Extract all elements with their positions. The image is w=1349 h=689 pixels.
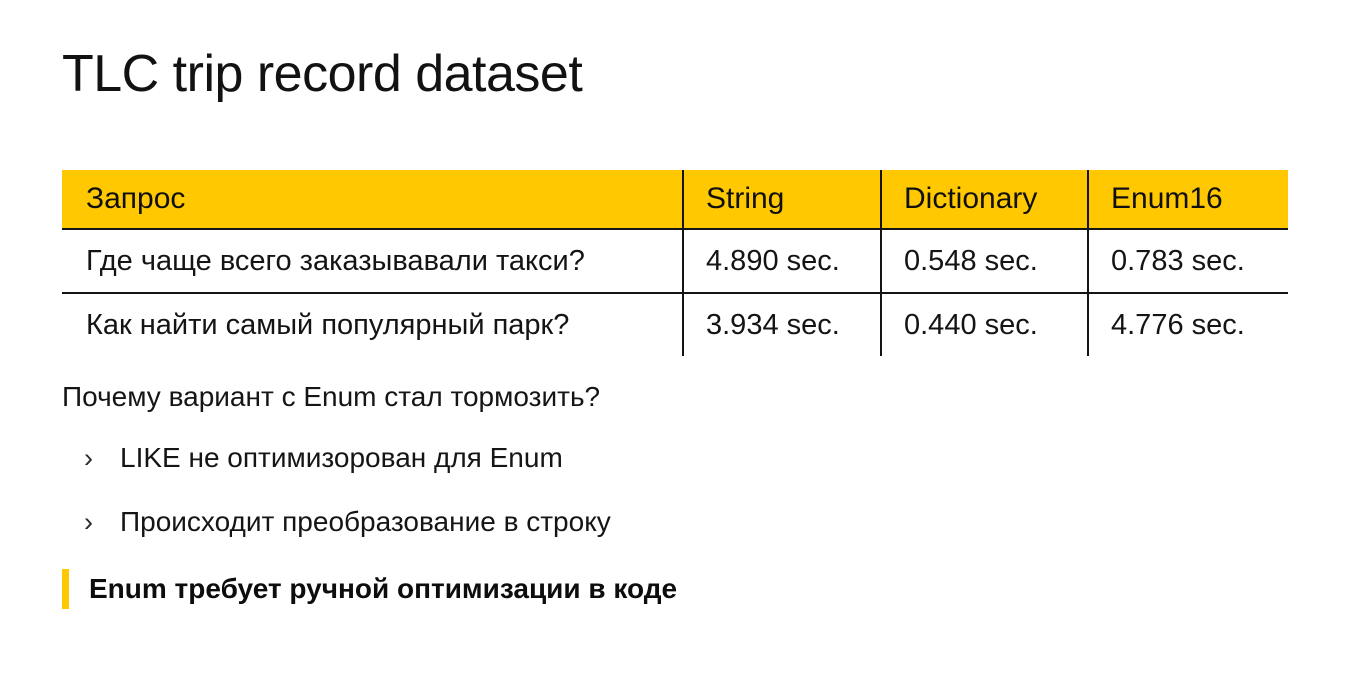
benchmark-table: Запрос String Dictionary Enum16 Где чаще…	[62, 170, 1288, 356]
cell-query: Как найти самый популярный парк?	[62, 292, 683, 356]
table-row: Как найти самый популярный парк? 3.934 s…	[62, 292, 1288, 356]
column-header-query: Запрос	[62, 170, 683, 229]
table-header: Запрос String Dictionary Enum16	[62, 170, 1288, 229]
list-item: › Происходит преобразование в строку	[62, 506, 1162, 570]
column-header-enum16: Enum16	[1087, 170, 1288, 229]
conclusion-text: Enum требует ручной оптимизации в коде	[89, 573, 678, 604]
list-item: › LIKE не оптимизорован для Enum	[62, 442, 1162, 506]
lead-question: Почему вариант с Enum стал тормозить?	[62, 381, 601, 412]
cell-enum16: 0.783 sec.	[1087, 228, 1288, 293]
column-header-dictionary: Dictionary	[880, 170, 1088, 229]
chevron-right-icon: ›	[84, 507, 93, 537]
table-body: Где чаще всего заказывавали такси? 4.890…	[62, 228, 1288, 356]
cell-string: 3.934 sec.	[682, 292, 881, 356]
list-item-label: LIKE не оптимизорован для Enum	[120, 442, 563, 473]
cell-dictionary: 0.440 sec.	[880, 292, 1088, 356]
column-header-string: String	[682, 170, 881, 229]
bullet-list: › LIKE не оптимизорован для Enum › Проис…	[62, 442, 1162, 570]
accent-bar	[62, 569, 69, 609]
cell-dictionary: 0.548 sec.	[880, 228, 1088, 293]
table-row: Где чаще всего заказывавали такси? 4.890…	[62, 228, 1288, 293]
table-header-row: Запрос String Dictionary Enum16	[62, 170, 1288, 229]
chevron-right-icon: ›	[84, 443, 93, 473]
list-item-label: Происходит преобразование в строку	[120, 506, 611, 537]
cell-string: 4.890 sec.	[682, 228, 881, 293]
cell-enum16: 4.776 sec.	[1087, 292, 1288, 356]
slide-root: TLC trip record dataset Запрос String Di…	[0, 0, 1349, 689]
cell-query: Где чаще всего заказывавали такси?	[62, 228, 683, 293]
conclusion-callout: Enum требует ручной оптимизации в коде	[62, 567, 677, 611]
page-title: TLC trip record dataset	[62, 45, 583, 103]
